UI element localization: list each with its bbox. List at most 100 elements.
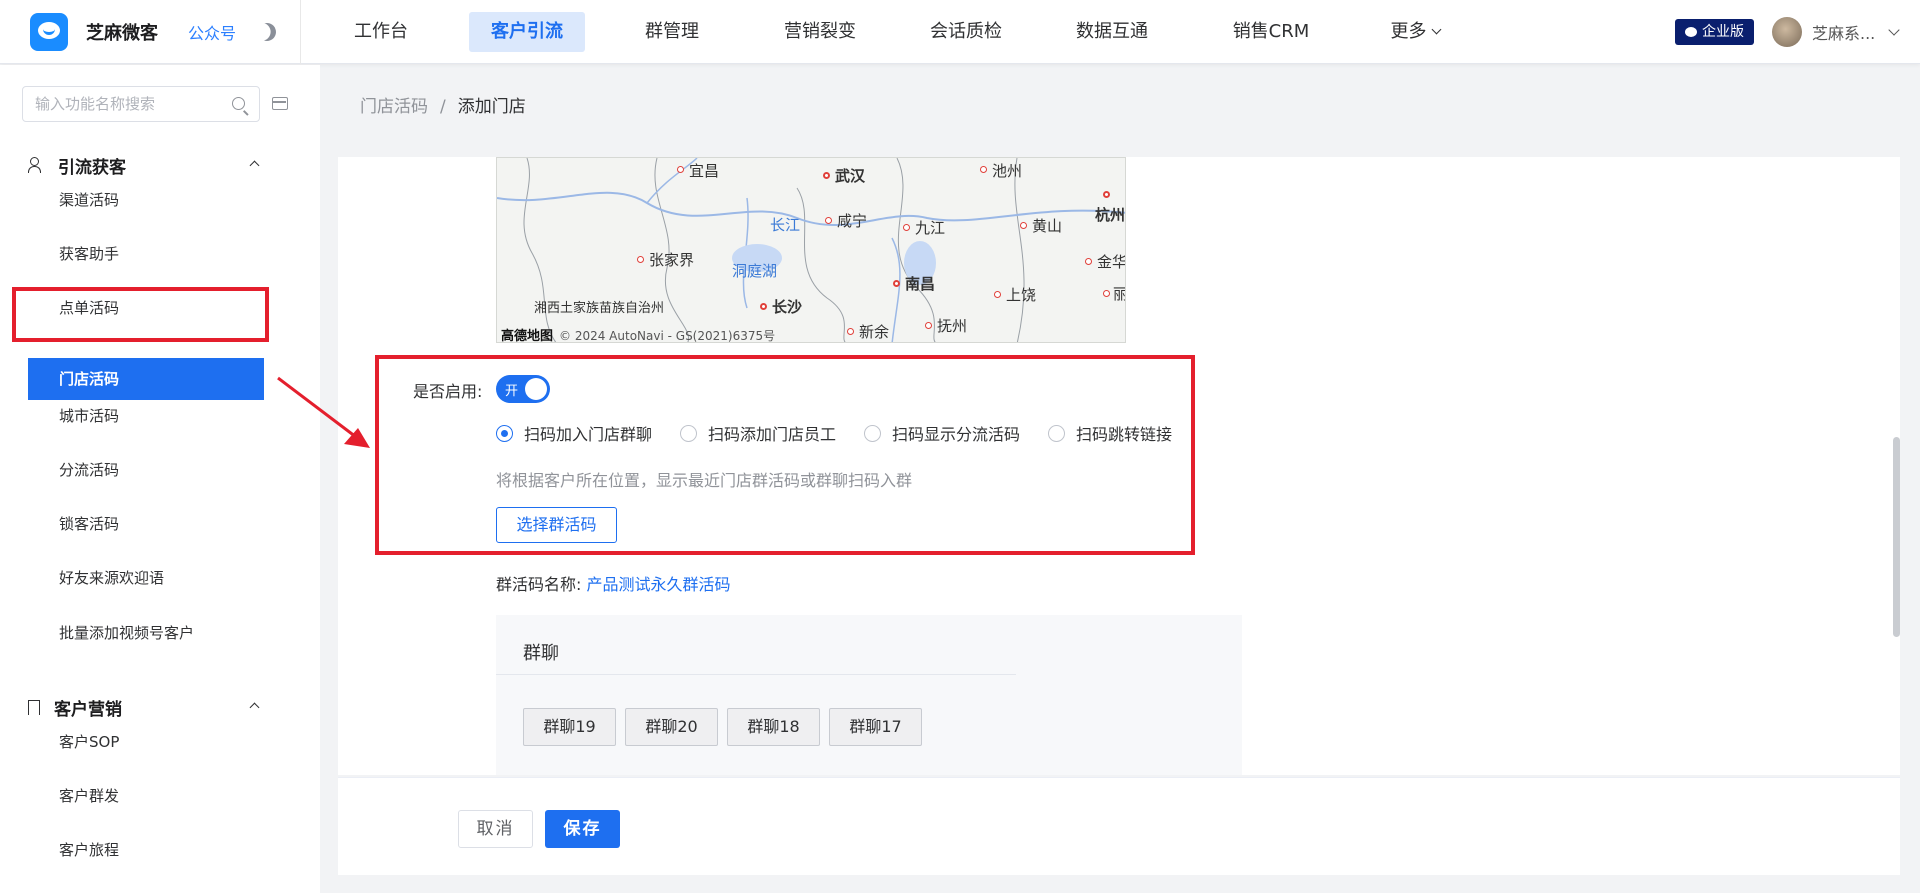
sidebar-item-welcome-message[interactable]: 好友来源欢迎语	[28, 557, 264, 599]
bookmark-icon	[28, 699, 40, 715]
map-city-label: 张家界	[649, 251, 695, 269]
edition-label: 企业版	[1702, 24, 1744, 40]
map-marker-icon	[760, 303, 767, 310]
sidebar-group-title: 引流获客	[58, 157, 126, 178]
group-code-link[interactable]: 产品测试永久群活码	[587, 575, 731, 594]
chevron-down-icon	[1431, 24, 1441, 35]
sidebar-group-traffic[interactable]: 引流获客	[28, 153, 260, 178]
function-search[interactable]	[22, 86, 260, 122]
top-navbar: 芝麻微客 公众号 工作台 客户引流 群管理 营销裂变 会话质检 数据互通 销售C…	[0, 0, 1920, 64]
map-marker-icon	[1085, 258, 1092, 265]
main-panel: 宜昌 武汉 池州 杭州 长江 咸宁 九江 黄山 张家界 洞庭湖 金华 南昌 上饶…	[338, 157, 1900, 775]
breadcrumb-parent[interactable]: 门店活码	[360, 97, 428, 117]
map-lake-label: 洞庭湖	[732, 262, 778, 280]
map-marker-icon	[980, 166, 987, 173]
user-name[interactable]: 芝麻系...	[1812, 20, 1875, 44]
sidebar-group-title: 客户营销	[54, 699, 122, 720]
map-marker-icon	[1020, 222, 1027, 229]
chat-bubble-icon	[1685, 27, 1697, 37]
map-marker-icon	[823, 172, 830, 179]
nav-item-workbench[interactable]: 工作台	[336, 12, 426, 52]
save-button[interactable]: 保存	[545, 810, 620, 848]
map-provider-logo: 高德地图	[501, 329, 554, 343]
nav-item-more[interactable]: 更多	[1370, 12, 1460, 52]
sidebar: 引流获客 渠道活码 获客助手 点单活码 门店活码 城市活码 分流活码 锁客活码 …	[0, 65, 320, 893]
map-marker-icon	[847, 328, 854, 335]
sidebar-item-batch-add-video-customers[interactable]: 批量添加视频号客户	[28, 612, 264, 654]
group-chat-section: 群聊 群聊19 群聊20 群聊18 群聊17	[496, 615, 1242, 775]
map-region-label: 湘西土家族苗族自治州	[534, 301, 665, 316]
group-chat-title: 群聊	[523, 643, 559, 664]
app-logo-icon	[30, 13, 68, 51]
chevron-down-icon[interactable]	[1888, 24, 1900, 36]
map-city-label: 抚州	[937, 317, 968, 335]
enterprise-edition-badge[interactable]: 企业版	[1675, 19, 1754, 45]
sidebar-item-acquisition-assistant[interactable]: 获客助手	[28, 233, 264, 275]
sidebar-item-lock-code[interactable]: 锁客活码	[28, 503, 264, 545]
sidebar-item-store-code[interactable]: 门店活码	[28, 358, 264, 400]
vertical-scrollbar[interactable]	[1893, 437, 1900, 637]
highlight-box-form	[375, 355, 1195, 555]
group-code-name-row: 群活码名称: 产品测试永久群活码	[496, 571, 731, 595]
brand: 芝麻微客 公众号	[30, 13, 278, 51]
sidebar-item-customer-journey[interactable]: 客户旅程	[28, 829, 264, 871]
breadcrumb: 门店活码 / 添加门店	[360, 92, 526, 117]
map-city-label: 丽水	[1113, 283, 1125, 304]
map-city-label: 上饶	[1006, 286, 1037, 304]
breadcrumb-separator: /	[440, 97, 446, 117]
chevron-up-icon	[249, 702, 260, 713]
map-marker-icon	[1103, 290, 1110, 297]
sidebar-item-customer-broadcast[interactable]: 客户群发	[28, 775, 264, 817]
search-icon[interactable]	[232, 97, 245, 110]
nav-item-sales-crm[interactable]: 销售CRM	[1212, 12, 1330, 52]
group-chat-tag[interactable]: 群聊20	[625, 708, 718, 746]
map-marker-icon	[1103, 191, 1110, 198]
group-chat-tag[interactable]: 群聊18	[727, 708, 820, 746]
map-city-label: 九江	[915, 219, 946, 237]
map-city-label: 宜昌	[689, 162, 720, 180]
function-search-input[interactable]	[35, 87, 225, 121]
menu-layout-icon[interactable]	[272, 97, 288, 110]
map-marker-icon	[637, 256, 644, 263]
map-marker-icon	[893, 280, 900, 287]
group-chat-tag[interactable]: 群聊19	[523, 708, 616, 746]
avatar[interactable]	[1772, 17, 1802, 47]
nav-item-data-interop[interactable]: 数据互通	[1064, 12, 1160, 52]
sidebar-group-marketing[interactable]: 客户营销	[28, 695, 260, 720]
nav-item-group-management[interactable]: 群管理	[627, 12, 717, 52]
map-copyright: © 2024 AutoNavi - GS(2021)6375号	[559, 329, 776, 343]
divider	[496, 674, 1016, 675]
map-attribution: 高德地图 © 2024 AutoNavi - GS(2021)6375号	[501, 325, 776, 343]
map-city-label: 池州	[992, 162, 1023, 180]
nav-item-customer-traffic[interactable]: 客户引流	[469, 12, 585, 52]
map-marker-icon	[925, 322, 932, 329]
annotation-arrow-icon	[277, 376, 370, 448]
map-marker-icon	[825, 217, 832, 224]
map-city-label: 新余	[859, 323, 890, 341]
cancel-button[interactable]: 取消	[458, 810, 533, 848]
group-chat-tag[interactable]: 群聊17	[829, 708, 922, 746]
chevron-up-icon	[249, 160, 260, 171]
sidebar-item-customer-sop[interactable]: 客户SOP	[28, 721, 264, 763]
nav-item-marketing-fission[interactable]: 营销裂变	[772, 12, 868, 52]
map-marker-icon	[994, 291, 1001, 298]
map-city-label: 咸宁	[837, 212, 868, 230]
dark-mode-moon-icon[interactable]	[255, 20, 278, 43]
sidebar-item-channel-code[interactable]: 渠道活码	[28, 179, 264, 221]
official-account-link[interactable]: 公众号	[188, 20, 236, 44]
highlight-box-sidebar	[12, 287, 269, 342]
map-city-label: 金华	[1097, 253, 1126, 271]
store-location-map[interactable]: 宜昌 武汉 池州 杭州 长江 咸宁 九江 黄山 张家界 洞庭湖 金华 南昌 上饶…	[496, 157, 1126, 343]
sidebar-item-city-code[interactable]: 城市活码	[28, 395, 264, 437]
nav-more-label: 更多	[1390, 21, 1427, 42]
sidebar-item-split-code[interactable]: 分流活码	[28, 449, 264, 491]
group-code-label: 群活码名称:	[496, 575, 582, 594]
map-marker-icon	[677, 166, 684, 173]
map-city-label: 黄山	[1032, 217, 1063, 235]
map-river-label: 长江	[770, 216, 801, 234]
breadcrumb-current: 添加门店	[457, 97, 526, 117]
map-city-label: 杭州	[1095, 206, 1126, 224]
form-footer: 取消 保存	[338, 777, 1900, 875]
nav-item-session-qa[interactable]: 会话质检	[918, 12, 1014, 52]
map-city-label: 南昌	[905, 275, 936, 293]
